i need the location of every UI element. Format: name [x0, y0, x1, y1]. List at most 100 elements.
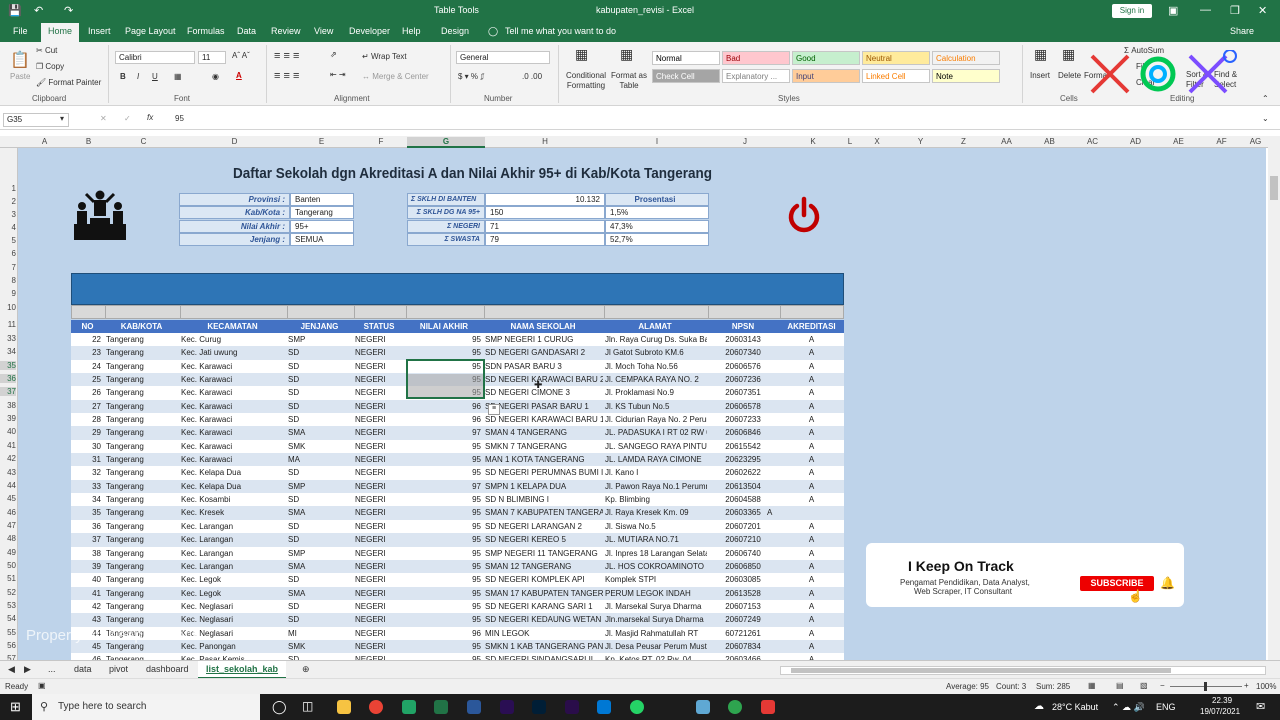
quick-analysis-icon[interactable]: ≡ [488, 404, 500, 415]
table-row[interactable]: 23 Tangerang Kec. Jati uwung SD NEGERI 95 SD N… [71, 346, 844, 360]
table-row[interactable]: 33 Tangerang Kec. Kelapa Dua SMP NEGERI 97 SMP… [71, 479, 844, 494]
orientation-icon[interactable]: ⇗ [330, 50, 337, 59]
column-header[interactable]: E [288, 137, 355, 146]
task-view-icon[interactable]: ◫ [302, 699, 313, 713]
excel-icon[interactable] [434, 700, 448, 714]
row-header[interactable]: 49 [0, 548, 16, 557]
tell-me-search[interactable]: Tell me what you want to do [505, 26, 616, 36]
column-header[interactable]: H [485, 137, 605, 146]
chrome-icon[interactable] [369, 700, 383, 714]
row-header[interactable]: 6 [0, 249, 16, 258]
row-header[interactable]: 54 [0, 614, 16, 623]
cell-style-8[interactable]: Linked Cell [862, 69, 930, 83]
enter-icon[interactable]: ✓ [124, 114, 131, 123]
app-icon[interactable] [696, 700, 710, 714]
row-header[interactable]: 4 [0, 223, 16, 232]
cell-selection[interactable] [406, 359, 485, 399]
collapse-ribbon-icon[interactable]: ⌃ [1262, 94, 1269, 103]
table-row[interactable]: 40 Tangerang Kec. Legok SD NEGERI 95 SD NEGERI… [71, 573, 844, 587]
row-header[interactable]: 51 [0, 574, 16, 583]
clock-date[interactable]: 19/07/2021 [1200, 707, 1240, 716]
save-icon[interactable]: 💾 [8, 4, 22, 17]
cell-style-1[interactable]: Bad [722, 51, 790, 65]
filter-value[interactable]: Tangerang [290, 206, 354, 220]
cell-style-3[interactable]: Neutral [862, 51, 930, 65]
italic-button[interactable]: I [137, 72, 139, 81]
power-icon[interactable] [785, 196, 823, 236]
cancel-icon[interactable]: ✕ [100, 114, 107, 123]
cell-style-2[interactable]: Good [792, 51, 860, 65]
decimal-icon[interactable]: .0 .00 [522, 72, 542, 81]
insert-cells-icon[interactable]: ▦ [1034, 46, 1047, 63]
column-header[interactable]: K [781, 137, 845, 146]
table-row[interactable]: 42 Tangerang Kec. Neglasari SD NEGERI 95 SD NE… [71, 599, 844, 614]
column-header[interactable]: AC [1071, 137, 1114, 146]
share-button[interactable]: Share [1230, 26, 1254, 36]
tab-design[interactable]: Design [441, 26, 469, 36]
add-sheet-icon[interactable]: ⊕ [302, 664, 310, 675]
row-header[interactable]: 46 [0, 508, 16, 517]
scrollbar-thumb[interactable] [1270, 176, 1278, 200]
column-title[interactable]: STATUS [353, 322, 405, 331]
notification-icon[interactable]: ✉ [1256, 700, 1265, 713]
column-header[interactable]: X [855, 137, 899, 146]
paste-icon[interactable]: 📋 [10, 50, 30, 70]
next-sheet-icon[interactable]: ▶ [24, 664, 31, 675]
table-row[interactable]: 41 Tangerang Kec. Legok SMA NEGERI 95 SMAN 17 … [71, 586, 844, 600]
horizontal-scrollbar-thumb[interactable] [791, 668, 1171, 673]
table-row[interactable]: 30 Tangerang Kec. Karawaci SMK NEGERI 95 SMKN … [71, 439, 844, 454]
merge-center-button[interactable]: ↔ Merge & Center [362, 72, 429, 81]
row-header[interactable]: 9 [0, 289, 16, 298]
column-header[interactable]: Z [942, 137, 985, 146]
function-icon[interactable]: fx [147, 113, 153, 122]
after-effects-icon[interactable] [500, 700, 514, 714]
cell-style-5[interactable]: Check Cell [652, 69, 720, 83]
sheet-tab-dashboard[interactable]: dashboard [146, 664, 189, 674]
undo-icon[interactable]: ↶ [34, 4, 43, 17]
normal-view-icon[interactable]: ▦ [1088, 681, 1096, 690]
row-header[interactable]: 43 [0, 468, 16, 477]
column-header[interactable]: AE [1157, 137, 1200, 146]
language-indicator[interactable]: ENG [1156, 702, 1176, 712]
insert-cells-button[interactable]: Insert [1030, 71, 1050, 80]
cortana-icon[interactable]: ◯ [272, 699, 287, 715]
camtasia-icon[interactable] [402, 700, 416, 714]
indent-icon[interactable]: ⇤ ⇥ [330, 70, 346, 79]
macro-record-icon[interactable]: ▣ [38, 681, 46, 690]
cell-style-4[interactable]: Calculation [932, 51, 1000, 65]
whatsapp-icon[interactable] [630, 700, 644, 714]
page-layout-view-icon[interactable]: ▤ [1116, 681, 1124, 690]
weather-text[interactable]: 28°C Kabut [1052, 702, 1098, 712]
tab-page-layout[interactable]: Page Layout [125, 26, 176, 36]
column-header[interactable]: F [355, 137, 407, 146]
align-top-icon[interactable]: ≡ ≡ ≡ [274, 50, 299, 62]
table-row[interactable]: 35 Tangerang Kec. Kresek SMA NEGERI 95 SMAN 7 … [71, 506, 844, 520]
tab-review[interactable]: Review [271, 26, 301, 36]
close-icon[interactable]: ✕ [1258, 4, 1267, 17]
column-title[interactable]: NILAI AKHIR [405, 322, 483, 331]
paste-button[interactable]: Paste [10, 72, 30, 81]
table-row[interactable]: 22 Tangerang Kec. Curug SMP NEGERI 95 SMP NEGE… [71, 333, 844, 347]
column-header[interactable]: D [181, 137, 288, 146]
column-header[interactable]: L [845, 137, 855, 146]
column-header[interactable]: C [106, 137, 181, 146]
horizontal-scrollbar[interactable] [780, 666, 1266, 675]
row-header[interactable]: 40 [0, 427, 16, 436]
zoom-out-icon[interactable]: − [1160, 681, 1165, 690]
zoom-slider-thumb[interactable] [1204, 682, 1207, 691]
row-header[interactable]: 52 [0, 588, 16, 597]
row-header[interactable]: 35 [0, 360, 16, 370]
delete-cells-button[interactable]: Delete [1058, 71, 1081, 80]
ribbon-display-icon[interactable]: ▣ [1168, 4, 1178, 17]
column-title[interactable]: NO [71, 322, 104, 331]
restore-icon[interactable]: ❐ [1230, 4, 1240, 17]
row-header[interactable]: 50 [0, 561, 16, 570]
row-header[interactable]: 42 [0, 454, 16, 463]
red-app-icon[interactable] [761, 700, 775, 714]
row-header[interactable]: 41 [0, 441, 16, 450]
column-header[interactable]: AD [1114, 137, 1157, 146]
sheet-tab-list-sekolah-kab[interactable]: list_sekolah_kab [198, 661, 287, 679]
table-row[interactable]: 38 Tangerang Kec. Larangan SMP NEGERI 95 SMP N… [71, 546, 844, 560]
green-app-icon[interactable] [728, 700, 742, 714]
filter-value[interactable]: Banten [290, 193, 354, 206]
